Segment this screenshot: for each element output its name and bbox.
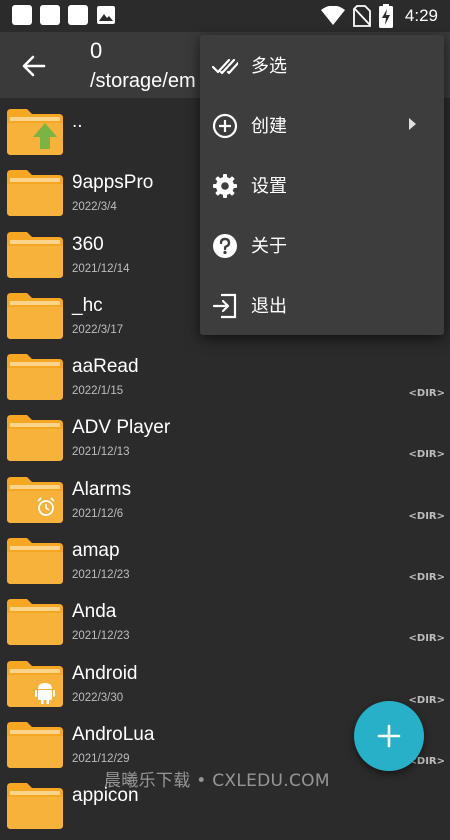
file-name: amap	[72, 540, 120, 562]
folder-icon	[7, 538, 63, 585]
menu-item-label: 创建	[251, 116, 287, 137]
file-name: Anda	[72, 601, 117, 623]
menu-item-label: 设置	[251, 176, 287, 197]
watermark-text: 晨曦乐下载 • CXLEDU.COM	[104, 771, 330, 791]
system-icons: 4:29	[320, 4, 438, 28]
notification-box-icon	[68, 5, 88, 25]
folder-icon	[7, 354, 63, 401]
overflow-menu: 多选 创建 设置 关于 退出	[200, 35, 444, 335]
file-name: ..	[72, 111, 83, 132]
menu-item-create[interactable]: 创建	[200, 95, 444, 155]
exit-icon	[212, 293, 237, 319]
file-date: 2022/3/17	[72, 323, 124, 336]
dir-label: <DIR>	[408, 449, 445, 461]
dir-label: <DIR>	[408, 633, 445, 645]
dir-label: <DIR>	[408, 388, 445, 400]
menu-item-label: 关于	[251, 236, 287, 257]
file-name: Alarms	[72, 478, 132, 500]
menu-item-label: 退出	[251, 296, 287, 317]
menu-item-settings[interactable]: 设置	[200, 155, 444, 215]
dir-label: <DIR>	[408, 572, 445, 584]
file-name: Android	[72, 662, 138, 684]
list-item[interactable]: amap 2021/12/23 <DIR>	[0, 533, 450, 594]
folder-icon	[7, 292, 63, 339]
file-date: 2021/12/14	[72, 262, 130, 275]
folder-icon	[7, 170, 63, 217]
menu-item-label: 多选	[251, 56, 287, 77]
notification-box-icon	[12, 5, 32, 25]
parent-folder-icon	[7, 109, 63, 155]
notification-icons	[12, 5, 116, 25]
back-arrow-icon[interactable]	[20, 52, 48, 80]
file-date: 2022/3/4	[72, 201, 117, 214]
folder-icon	[7, 415, 63, 462]
status-bar: 4:29	[0, 0, 450, 32]
list-item[interactable]: Anda 2021/12/23 <DIR>	[0, 594, 450, 655]
folder-path: /storage/em	[90, 70, 196, 92]
file-date: 2022/1/15	[72, 385, 124, 398]
wifi-icon	[320, 6, 345, 25]
help-icon	[213, 234, 237, 258]
file-name: 360	[72, 233, 104, 255]
gear-icon	[213, 174, 237, 198]
file-name: _hc	[72, 294, 103, 316]
folder-icon	[7, 231, 63, 278]
battery-charging-icon	[378, 4, 393, 28]
image-icon	[96, 5, 116, 25]
file-name: AndroLua	[72, 723, 155, 745]
dir-label: <DIR>	[408, 510, 445, 522]
file-date: 2021/12/13	[72, 446, 130, 459]
add-circle-icon	[212, 113, 238, 139]
list-item[interactable]: ADV Player 2021/12/13 <DIR>	[0, 410, 450, 471]
alarm-folder-icon	[7, 476, 63, 523]
android-folder-icon	[7, 660, 63, 707]
list-item[interactable]: aaRead 2022/1/15 <DIR>	[0, 349, 450, 410]
menu-item-about[interactable]: 关于	[200, 215, 444, 275]
folder-title: 0	[90, 38, 103, 63]
file-date: 2021/12/23	[72, 630, 130, 643]
menu-item-multi-select[interactable]: 多选	[200, 35, 444, 95]
no-sim-icon	[353, 5, 371, 27]
folder-icon	[7, 721, 63, 768]
folder-icon	[7, 783, 63, 830]
file-date: 2022/3/30	[72, 691, 124, 704]
plus-icon	[377, 724, 401, 748]
menu-item-exit[interactable]: 退出	[200, 275, 444, 335]
folder-icon	[7, 599, 63, 646]
file-name: 9appsPro	[72, 172, 154, 194]
multi-select-icon	[212, 58, 238, 75]
clock-time: 4:29	[404, 6, 438, 25]
add-fab-button[interactable]	[354, 701, 424, 771]
dir-label: <DIR>	[408, 694, 445, 706]
list-item[interactable]: Alarms 2021/12/6 <DIR>	[0, 472, 450, 533]
notification-box-icon	[40, 5, 60, 25]
file-name: aaRead	[72, 356, 139, 378]
file-date: 2021/12/23	[72, 569, 130, 582]
file-name: ADV Player	[72, 417, 171, 439]
submenu-arrow-icon	[409, 118, 416, 130]
file-date: 2021/12/29	[72, 752, 130, 765]
file-date: 2021/12/6	[72, 507, 124, 520]
